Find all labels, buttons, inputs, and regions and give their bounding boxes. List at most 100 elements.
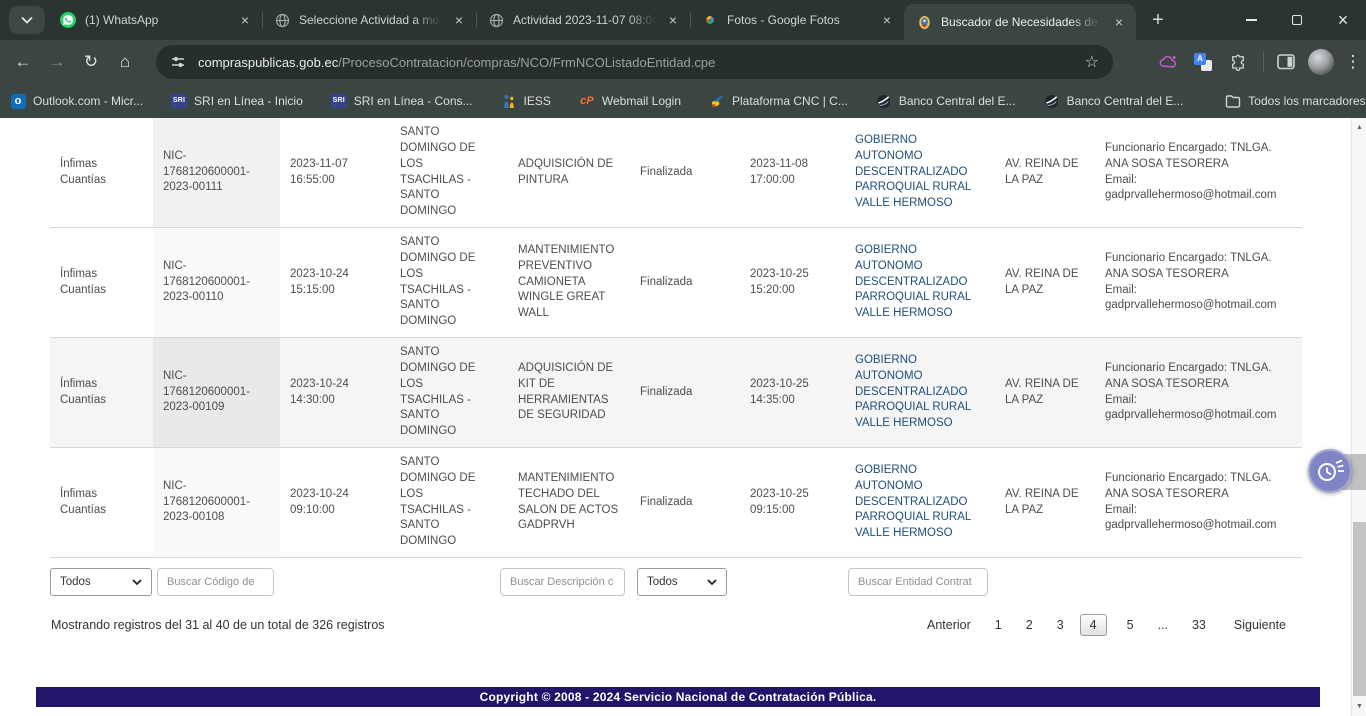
site-settings-icon[interactable] [170,54,186,70]
tab-seleccione-actividad[interactable]: Seleccione Actividad a modi × [262,0,476,40]
cell-fecha-fin: 2023-10-25 14:35:00 [740,338,845,447]
scrollbar-up-icon[interactable]: ▲ [1352,120,1366,135]
menu-kebab-icon[interactable]: ⋮ [1340,52,1366,72]
minimize-button[interactable] [1228,0,1274,40]
cell-direccion: AV. REINA DE LA PAZ [995,448,1095,557]
pagination-page-5[interactable]: 5 [1127,618,1134,632]
forward-button[interactable]: → [40,45,74,79]
pagination-page-3[interactable]: 3 [1057,618,1064,632]
tab-close-icon[interactable]: × [450,11,468,29]
cell-estado: Finalizada [630,228,740,337]
bookmark-label: SRI en Línea - Inicio [194,94,303,108]
scrollbar[interactable]: ▲ ▼ [1351,118,1366,716]
page-content: Ínfimas CuantíasNIC-1768120600001-2023-0… [0,118,1366,716]
table-row: Ínfimas CuantíasNIC-1768120600001-2023-0… [50,338,1302,448]
timer-widget[interactable] [1306,449,1366,495]
bookmark-banco-central-2[interactable]: Banco Central del E... [1044,93,1184,109]
cell-localidad: SANTO DOMINGO DE LOS TSACHILAS - SANTO D… [390,118,508,227]
footer-copyright: Copyright © 2008 - 2024 Servicio Naciona… [36,687,1320,707]
restore-button[interactable] [1274,0,1320,40]
tab-close-icon[interactable]: × [1110,13,1128,31]
home-button[interactable]: ⌂ [108,45,142,79]
cell-funcionario: Funcionario Encargado: TNLGA. ANA SOSA T… [1095,338,1302,447]
tab-title: Buscador de Necesidades de [941,15,1106,29]
cell-estado: Finalizada [630,338,740,447]
tab-whatsapp[interactable]: (1) WhatsApp × [48,0,262,40]
profile-avatar[interactable] [1305,46,1337,78]
entity-link[interactable]: GOBIERNO AUTONOMO DESCENTRALIZADO PARROQ… [855,243,985,322]
pagination-page-2[interactable]: 2 [1026,618,1033,632]
tab-close-icon[interactable]: × [878,11,896,29]
cell-fecha-inicio: 2023-11-07 16:55:00 [280,118,390,227]
bookmark-sri-consultas[interactable]: SRI SRI en Línea - Cons... [331,93,473,109]
cell-direccion: AV. REINA DE LA PAZ [995,118,1095,227]
cell-codigo: NIC-1768120600001-2023-00111 [153,118,280,227]
cell-localidad: SANTO DOMINGO DE LOS TSACHILAS - SANTO D… [390,228,508,337]
bookmark-sri-inicio[interactable]: SRI SRI en Línea - Inicio [171,93,303,109]
descripcion-search-input[interactable] [500,568,625,596]
codigo-search-input[interactable] [157,568,274,596]
cpanel-icon: cP [579,93,595,109]
tab-google-fotos[interactable]: Fotos - Google Fotos × [690,0,904,40]
entity-link[interactable]: GOBIERNO AUTONOMO DESCENTRALIZADO PARROQ… [855,353,985,432]
pagination-ellipsis: ... [1158,618,1168,632]
cell-descripcion: ADQUISICIÓN DE PINTURA [508,118,630,227]
records-info: Mostrando registros del 31 al 40 de un t… [51,618,385,632]
cell-entidad: GOBIERNO AUTONOMO DESCENTRALIZADO PARROQ… [845,338,995,447]
translate-icon[interactable]: A [1187,46,1219,78]
globe-dark-icon [876,93,892,109]
clock-wings-icon[interactable] [1308,449,1352,493]
entidad-search-input[interactable] [848,568,988,596]
entity-link[interactable]: GOBIERNO AUTONOMO DESCENTRALIZADO PARROQ… [855,133,985,212]
close-button[interactable]: × [1320,0,1366,40]
bookmark-star-icon[interactable]: ☆ [1085,52,1099,72]
tab-close-icon[interactable]: × [236,11,254,29]
pagination-next[interactable]: Siguiente [1234,618,1286,632]
bookmark-banco-central-1[interactable]: Banco Central del E... [876,93,1016,109]
navigation-toolbar: ← → ↻ ⌂ compraspublicas.gob.ec/ProcesoCo… [0,40,1366,84]
outlook-icon: o [10,93,26,109]
chevron-down-icon [21,16,33,24]
entity-link[interactable]: GOBIERNO AUTONOMO DESCENTRALIZADO PARROQ… [855,463,985,542]
cell-localidad: SANTO DOMINGO DE LOS TSACHILAS - SANTO D… [390,338,508,447]
reload-button[interactable]: ↻ [74,45,108,79]
bookmark-outlook[interactable]: o Outlook.com - Micr... [10,93,143,109]
pagination: Anterior 1 2 3 4 5 ... 33 Siguiente [927,614,1286,636]
cell-descripcion: ADQUISICIÓN DE KIT DE HERRAMIENTAS DE SE… [508,338,630,447]
scrollbar-down-icon[interactable]: ▼ [1352,699,1366,714]
pagination-page-33[interactable]: 33 [1192,618,1206,632]
restore-icon [1292,15,1302,25]
bookmark-cnc[interactable]: Plataforma CNC | C... [709,93,848,109]
cell-entidad: GOBIERNO AUTONOMO DESCENTRALIZADO PARROQ… [845,118,995,227]
tab-close-icon[interactable]: × [664,11,682,29]
back-button[interactable]: ← [6,45,40,79]
all-bookmarks-button[interactable]: Todos los marcadores [1225,93,1365,109]
cloud-extension-icon[interactable] [1152,46,1184,78]
tab-buscador-necesidades[interactable]: Buscador de Necesidades de × [904,4,1136,40]
tab-strip: (1) WhatsApp × Seleccione Actividad a mo… [0,0,1366,40]
table-row: Ínfimas CuantíasNIC-1768120600001-2023-0… [50,448,1302,558]
tab-search-button[interactable] [9,6,45,34]
pagination-page-1[interactable]: 1 [995,618,1002,632]
pagination-page-4-active[interactable]: 4 [1080,614,1107,636]
bookmark-webmail[interactable]: cP Webmail Login [579,93,681,109]
address-bar[interactable]: compraspublicas.gob.ec/ProcesoContrataci… [156,45,1113,79]
cell-fecha-fin: 2023-10-25 15:20:00 [740,228,845,337]
cell-direccion: AV. REINA DE LA PAZ [995,228,1095,337]
cnc-bird-icon [709,93,725,109]
tipo-filter-select[interactable]: Todos [50,568,152,596]
new-tab-button[interactable]: + [1146,9,1170,33]
chevron-down-icon [707,579,717,585]
tab-title: Actividad 2023-11-07 08:00: [513,13,660,27]
cell-localidad: SANTO DOMINGO DE LOS TSACHILAS - SANTO D… [390,448,508,557]
pagination-previous[interactable]: Anterior [927,618,971,632]
tab-actividad[interactable]: Actividad 2023-11-07 08:00: × [476,0,690,40]
cell-codigo: NIC-1768120600001-2023-00109 [153,338,280,447]
google-photos-icon [702,12,718,28]
side-panel-icon[interactable] [1270,46,1302,78]
extensions-puzzle-icon[interactable] [1222,46,1254,78]
avatar [1308,49,1334,75]
estado-filter-select[interactable]: Todos [637,568,727,596]
bookmark-iess[interactable]: IESS [501,93,551,109]
scrollbar-thumb[interactable] [1353,522,1366,696]
